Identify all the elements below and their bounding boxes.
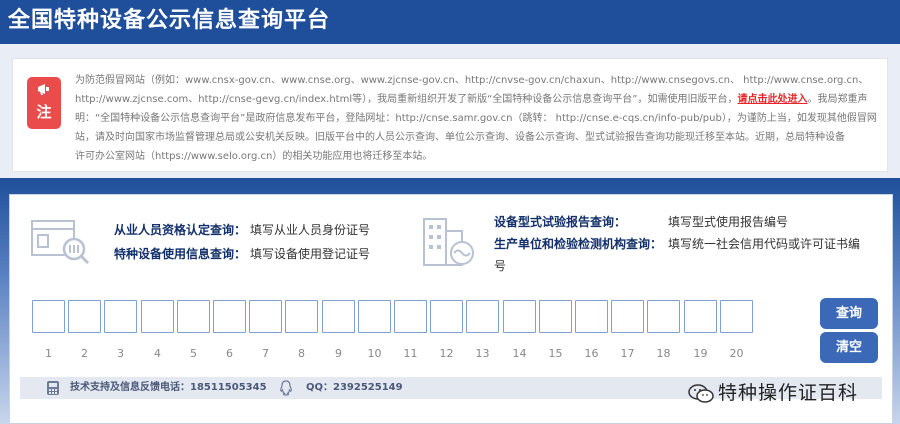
notice-box: 注 为防范假冒网站（例如：www.cnsx-gov.cn、www.cnse.or… <box>12 58 888 172</box>
digit-index-label: 2 <box>81 347 88 360</box>
notice-line-3: 明：“全国特种设备公示信息查询平台”是政府信息发布平台，登陆网址：http://… <box>75 113 877 124</box>
digit-input-box[interactable] <box>720 300 753 333</box>
digit-input-box[interactable] <box>104 300 137 333</box>
digit-input-box[interactable] <box>177 300 210 333</box>
old-version-link[interactable]: 请点击此处进入 <box>737 94 807 105</box>
digit-index-label: 7 <box>262 347 269 360</box>
digit-input-box[interactable] <box>285 300 318 333</box>
notice-text: 为防范假冒网站（例如：www.cnsx-gov.cn、www.cnse.org、… <box>75 71 883 166</box>
digit-input-box[interactable] <box>647 300 680 333</box>
personnel-query-hint: 填写从业人员身份证号 <box>250 223 371 237</box>
digit-index-label: 8 <box>298 347 305 360</box>
unit-query-hint: 填写统一社会信用代码或许可证书编 <box>668 237 861 251</box>
digit-index-label: 20 <box>729 347 744 360</box>
digit-input-box[interactable] <box>32 300 65 333</box>
digit-index-label: 6 <box>226 347 233 360</box>
notice-line-4: 站，请及时向国家市场监督管理总局或公安机关反映。旧版平台中的人员公示查询、单位公… <box>75 132 845 143</box>
search-button[interactable]: 查询 <box>820 298 878 329</box>
digit-input-box[interactable] <box>394 300 427 333</box>
digit-index-label: 13 <box>475 347 490 360</box>
digit-index-label: 12 <box>439 347 454 360</box>
type-test-query-hint: 填写型式使用报告编号 <box>668 215 789 229</box>
digit-input-box[interactable] <box>575 300 608 333</box>
digit-index-label: 14 <box>512 347 527 360</box>
digit-input-box[interactable] <box>539 300 572 333</box>
support-phone: 技术支持及信息反馈电话：18511505345 <box>70 382 267 393</box>
clear-button[interactable]: 清空 <box>820 332 878 363</box>
notice-badge: 注 <box>27 77 61 129</box>
digit-input-box[interactable] <box>611 300 644 333</box>
notice-badge-label: 注 <box>36 103 52 121</box>
digit-index-label: 15 <box>548 347 563 360</box>
notice-line-2: http://www.zjcnse.com、http://cnse-gevg.c… <box>75 90 883 109</box>
page-title: 全国特种设备公示信息查询平台 <box>8 8 331 33</box>
digit-input-box[interactable] <box>430 300 463 333</box>
equipment-usage-query-hint: 填写设备使用登记证号 <box>250 247 371 261</box>
notice-line-2-before: http://www.zjcnse.com、http://cnse-gevg.c… <box>75 94 738 105</box>
equipment-usage-query-label: 特种设备使用信息查询： <box>114 247 247 261</box>
notice-line-5: 许可办公室网站（https://www.selo.org.cn）的相关功能应用也… <box>75 151 433 162</box>
digit-input-box[interactable] <box>503 300 536 333</box>
digit-input-box[interactable] <box>249 300 282 333</box>
type-test-query-label: 设备型式试验报告查询： <box>494 215 627 229</box>
watermark-text: 特种操作证百科 <box>718 382 859 404</box>
header-bar: 全国特种设备公示信息查询平台 <box>0 0 900 44</box>
digit-input-box[interactable] <box>322 300 355 333</box>
digit-index-label: 9 <box>335 347 342 360</box>
unit-query-hint-wrap: 号 <box>494 259 507 273</box>
digit-input-box[interactable] <box>466 300 499 333</box>
qq-number: QQ：2392525149 <box>306 382 403 393</box>
unit-query-label: 生产单位和检验检测机构查询： <box>494 237 663 251</box>
digit-input-box[interactable] <box>684 300 717 333</box>
digit-index-label: 1 <box>45 347 52 360</box>
personnel-query-label: 从业人员资格认定查询： <box>114 223 247 237</box>
digit-index-label: 5 <box>190 347 197 360</box>
digit-index-label: 11 <box>403 347 418 360</box>
digit-input-box[interactable] <box>213 300 246 333</box>
digit-index-label: 4 <box>154 347 161 360</box>
wechat-icon <box>688 384 714 403</box>
notice-line-1: 为防范假冒网站（例如：www.cnsx-gov.cn、www.cnse.org、… <box>75 75 869 86</box>
digit-index-label: 16 <box>584 347 599 360</box>
digit-index-label: 10 <box>367 347 382 360</box>
qq-icon <box>280 380 292 396</box>
digit-index-label: 19 <box>693 347 708 360</box>
digit-input-box[interactable] <box>141 300 174 333</box>
notice-line-2-after: 。我局郑重声 <box>807 94 868 105</box>
digit-index-label: 17 <box>620 347 635 360</box>
digit-input-box[interactable] <box>358 300 391 333</box>
id-card-search-icon <box>31 220 90 265</box>
digit-input-box[interactable] <box>68 300 101 333</box>
digit-index-label: 18 <box>656 347 671 360</box>
digit-index-label: 3 <box>117 347 124 360</box>
phone-icon <box>47 381 59 395</box>
megaphone-icon <box>38 84 49 95</box>
building-icon <box>423 218 474 266</box>
